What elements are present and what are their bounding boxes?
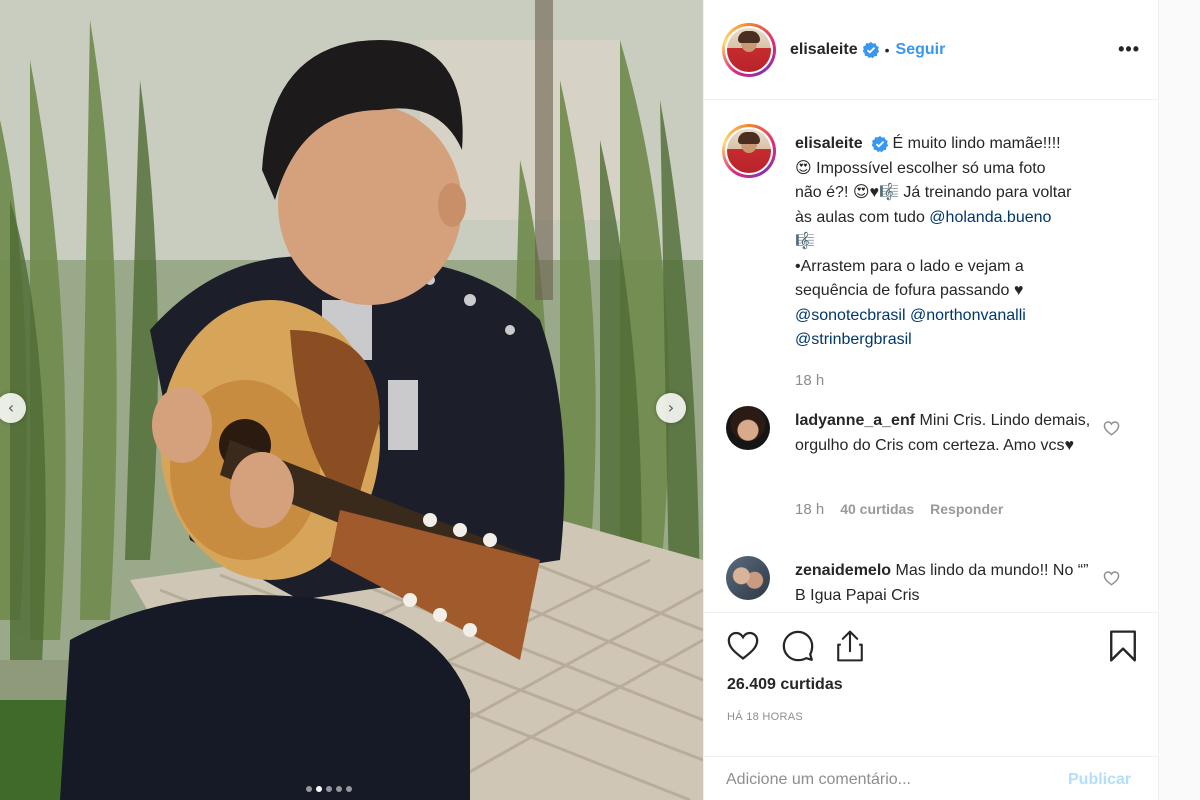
share-icon[interactable] <box>834 629 866 668</box>
page-background-gutter <box>1159 0 1200 800</box>
caption-author-avatar[interactable] <box>722 124 776 178</box>
caption-line: •Arrastem para o lado e vejam a <box>795 257 1024 275</box>
header-separator: • <box>884 41 890 58</box>
carousel-next-button[interactable]: › <box>656 393 686 423</box>
commenter-username[interactable]: zenaidemelo <box>795 562 891 579</box>
reply-button[interactable]: Responder <box>930 501 1003 517</box>
caption-line: 😍 Impossível escolher só uma foto <box>795 159 1046 177</box>
photo-boy-playing-guitar <box>0 0 703 800</box>
like-heart-icon[interactable] <box>726 629 760 666</box>
commenter-avatar[interactable] <box>726 406 770 450</box>
instagram-post-view: ‹ › elisaleite • Seguir ••• elisaleite É… <box>0 0 1200 800</box>
follow-button[interactable]: Seguir <box>896 41 946 59</box>
comment-like-heart-icon[interactable] <box>1103 570 1120 591</box>
caption-line: não é?! 😍♥🎼 Já treinando para voltar <box>795 184 1072 201</box>
author-avatar[interactable] <box>722 22 776 77</box>
verified-badge-icon <box>862 41 879 58</box>
add-comment-bar: Publicar <box>704 756 1160 800</box>
caption-line: sequência de fofura passando ♥ <box>795 282 1024 299</box>
post-actions: 26.409 curtidas HÁ 18 HORAS <box>704 612 1160 762</box>
carousel-dot <box>306 786 312 792</box>
post-timestamp[interactable]: HÁ 18 HORAS <box>727 711 803 723</box>
publish-button[interactable]: Publicar <box>1068 771 1131 789</box>
comment-body: ladyanne_a_enf Mini Cris. Lindo demais, … <box>795 409 1095 458</box>
caption-timestamp[interactable]: 18 h <box>795 372 824 389</box>
carousel-dots <box>306 786 352 792</box>
carousel-dot-active <box>316 786 322 792</box>
caption-line: É muito lindo mamãe!!!! <box>892 135 1061 152</box>
comment-like-heart-icon[interactable] <box>1103 420 1120 441</box>
chevron-left-icon: ‹ <box>7 398 15 417</box>
carousel-dot <box>336 786 342 792</box>
commenter-avatar[interactable] <box>726 556 770 600</box>
comment-input[interactable] <box>726 766 1046 794</box>
caption-line: às aulas com tudo <box>795 208 930 226</box>
verified-badge-icon <box>872 135 889 152</box>
caption-line: 🎼 <box>795 233 815 250</box>
carousel-dot <box>346 786 352 792</box>
comment-bubble-icon[interactable] <box>781 629 815 668</box>
caption-username[interactable]: elisaleite <box>795 135 863 152</box>
chevron-right-icon: › <box>667 398 675 417</box>
mention-link[interactable]: @sonotecbrasil <box>795 307 906 324</box>
comment-body: zenaidemelo Mas lindo da mundo!! No “” B… <box>795 559 1095 608</box>
mention-link[interactable]: @northonvanalli <box>910 307 1026 324</box>
comment-likes-count[interactable]: 40 curtidas <box>840 501 914 517</box>
commenter-username[interactable]: ladyanne_a_enf <box>795 412 915 429</box>
save-bookmark-icon[interactable] <box>1108 629 1138 668</box>
post-sidebar: elisaleite • Seguir ••• elisaleite É mui… <box>703 0 1160 800</box>
more-options-icon[interactable]: ••• <box>1118 40 1140 58</box>
author-username[interactable]: elisaleite <box>790 41 858 59</box>
post-header: elisaleite • Seguir ••• <box>704 0 1160 100</box>
mention-link[interactable]: @strinbergbrasil <box>795 331 912 348</box>
comments-list[interactable]: elisaleite É muito lindo mamãe!!!! 😍 Imp… <box>704 100 1160 612</box>
likes-count[interactable]: 26.409 curtidas <box>727 676 843 694</box>
comment-timestamp[interactable]: 18 h <box>795 501 824 518</box>
post-photo[interactable]: ‹ › <box>0 0 703 800</box>
caption-text: elisaleite É muito lindo mamãe!!!! 😍 Imp… <box>795 132 1135 353</box>
comment-meta: 18 h 40 curtidas Responder <box>795 501 1003 518</box>
carousel-dot <box>326 786 332 792</box>
mention-link[interactable]: @holanda.bueno <box>929 209 1051 226</box>
